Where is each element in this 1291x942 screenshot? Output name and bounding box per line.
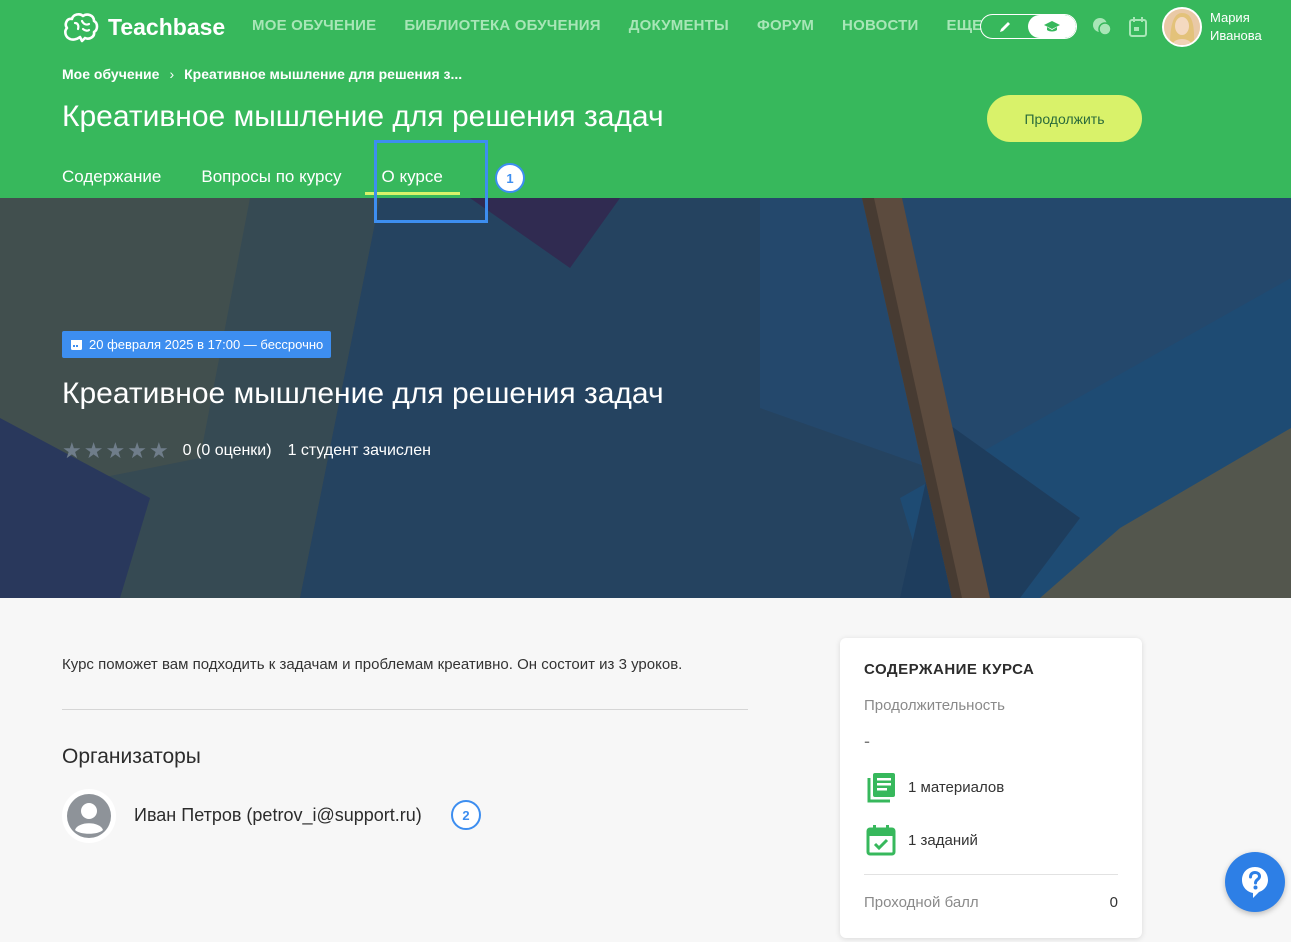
step-marker-2: 2	[451, 800, 481, 830]
user-name[interactable]: Мария Иванова	[1210, 9, 1262, 45]
organizer-avatar	[62, 789, 116, 843]
highlight-frame	[374, 140, 488, 223]
rating-stars[interactable]: ★★★★★	[62, 438, 171, 464]
brain-logo-icon	[64, 13, 99, 43]
materials-row: 1 материалов	[864, 771, 1004, 803]
chat-icon[interactable]	[1091, 16, 1113, 38]
main-nav: МОЕ ОБУЧЕНИЕ БИБЛИОТЕКА ОБУЧЕНИЯ ДОКУМЕН…	[252, 17, 1010, 34]
description-text: Курс поможет вам подходить к задачам и п…	[62, 656, 683, 673]
star-icon[interactable]: ★	[62, 438, 82, 463]
materials-count: 1 материалов	[908, 778, 1005, 796]
edit-mode-button[interactable]	[981, 15, 1028, 38]
star-icon[interactable]: ★	[84, 438, 104, 463]
assignments-row: 1 заданий	[864, 824, 978, 856]
star-icon[interactable]: ★	[105, 438, 125, 463]
cover-title: Креативное мышление для решения задач	[62, 377, 664, 410]
breadcrumb: Мое обучение › Креативное мышление для р…	[62, 66, 462, 82]
nav-more[interactable]: ЕЩЕ	[946, 17, 982, 34]
rating-text: 0 (0 оценки)	[182, 442, 272, 459]
card-divider	[864, 874, 1118, 875]
pass-score-value: 0	[1109, 894, 1118, 911]
assignments-count: 1 заданий	[908, 831, 978, 849]
assignment-icon	[866, 825, 896, 856]
user-first-name: Мария	[1210, 10, 1250, 25]
user-photo	[1164, 9, 1200, 45]
pass-score-label: Проходной балл	[864, 894, 979, 911]
course-description: Курс поможет вам подходить к задачам и п…	[62, 656, 752, 673]
help-button[interactable]	[1225, 852, 1285, 912]
course-rating: ★★★★★ 0 (0 оценки) 1 студент зачислен	[62, 438, 431, 464]
nav-forum[interactable]: ФОРУМ	[757, 17, 814, 34]
learn-mode-button[interactable]	[1028, 15, 1076, 38]
user-placeholder-icon	[67, 794, 111, 838]
calendar-icon	[71, 340, 82, 350]
brand-name: Teachbase	[108, 13, 226, 40]
materials-icon	[867, 773, 895, 803]
pencil-icon	[999, 21, 1010, 32]
step-marker-1: 1	[495, 163, 525, 193]
brand-logo[interactable]: Teachbase	[62, 10, 225, 44]
course-header: Teachbase МОЕ ОБУЧЕНИЕ БИБЛИОТЕКА ОБУЧЕН…	[0, 0, 1291, 198]
organizers-heading: Организаторы	[62, 745, 201, 768]
tab-content[interactable]: Содержание	[62, 167, 161, 195]
calendar-icon[interactable]	[1128, 16, 1148, 38]
organizer-name: Иван Петров (petrov_i@support.ru)	[134, 805, 422, 825]
breadcrumb-current: Креативное мышление для решения з...	[184, 66, 463, 82]
star-icon[interactable]: ★	[127, 438, 147, 463]
page-title: Креативное мышление для решения задач	[62, 100, 664, 133]
nav-my-learning[interactable]: МОЕ ОБУЧЕНИЕ	[252, 17, 376, 34]
nav-documents[interactable]: ДОКУМЕНТЫ	[629, 17, 729, 34]
duration-label: Продолжительность	[864, 697, 1005, 714]
graduation-cap-icon	[1044, 20, 1060, 31]
duration-value: -	[864, 731, 870, 751]
mode-toggle[interactable]	[980, 14, 1077, 39]
user-avatar[interactable]	[1162, 7, 1202, 47]
students-count: 1 студент зачислен	[287, 442, 431, 459]
nav-library[interactable]: БИБЛИОТЕКА ОБУЧЕНИЯ	[404, 17, 600, 34]
date-badge: 20 февраля 2025 в 17:00 — бессрочно	[62, 331, 332, 358]
divider	[62, 709, 748, 710]
summary-title: СОДЕРЖАНИЕ КУРСА	[864, 661, 1035, 678]
user-last-name: Иванова	[1210, 28, 1262, 43]
help-icon	[1242, 867, 1268, 898]
star-icon[interactable]: ★	[149, 438, 169, 463]
nav-news[interactable]: НОВОСТИ	[842, 17, 918, 34]
breadcrumb-root[interactable]: Мое обучение	[62, 66, 159, 82]
chevron-right-icon: ›	[169, 66, 175, 82]
tab-questions[interactable]: Вопросы по курсу	[201, 167, 341, 195]
date-text: 20 февраля 2025 в 17:00 — бессрочно	[89, 337, 324, 352]
continue-button[interactable]: Продолжить	[987, 95, 1142, 142]
course-summary-card: СОДЕРЖАНИЕ КУРСА Продолжительность - 1 м…	[840, 638, 1142, 938]
